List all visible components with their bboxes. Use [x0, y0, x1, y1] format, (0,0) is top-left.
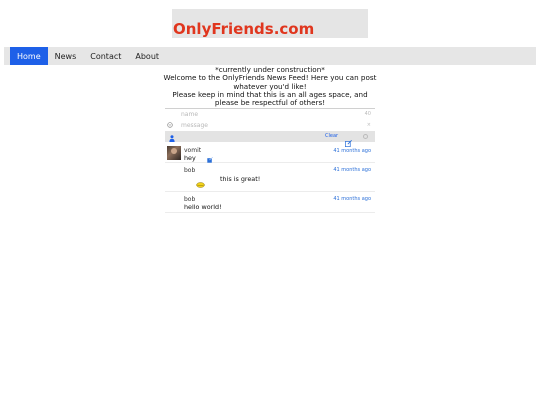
message-input[interactable]	[181, 122, 351, 129]
post-time: 41 months ago	[333, 167, 371, 173]
post-time: 41 months ago	[333, 196, 371, 202]
welcome-message: Welcome to the OnlyFriends News Feed! He…	[163, 73, 377, 91]
nav-item-news[interactable]: News	[48, 47, 84, 65]
post-item: bob 41 months ago this is great!	[165, 163, 375, 192]
site-banner: OnlyFriends.com	[172, 9, 368, 38]
post-time: 41 months ago	[333, 148, 371, 154]
name-row: 40	[165, 109, 375, 120]
name-char-counter: 40	[364, 111, 371, 117]
nav-item-about[interactable]: About	[128, 47, 166, 65]
smiley-emoji-icon	[196, 182, 205, 188]
post-message: this is great!	[220, 175, 261, 183]
post-toolbar: Clear	[165, 131, 375, 147]
post-message: hello world!	[184, 203, 222, 211]
name-input[interactable]	[181, 111, 351, 118]
post-author: bob	[184, 167, 196, 174]
message-clear-icon[interactable]: ×	[367, 122, 371, 128]
nav-bar: Home News Contact About	[4, 47, 536, 65]
post-item: vomit hey 41 months ago	[165, 142, 375, 163]
post-message: hey	[184, 154, 196, 162]
news-feed: 40 × Clear vomit hey 41 months ago bob 4…	[165, 108, 375, 213]
guidelines-message: Please keep in mind that this is an all …	[172, 89, 368, 108]
nav-item-contact[interactable]: Contact	[83, 47, 128, 65]
post-author: bob	[184, 196, 196, 203]
post-author: vomit	[184, 147, 202, 154]
avatar	[167, 146, 181, 160]
site-title: OnlyFriends.com	[173, 20, 315, 38]
nav-item-home[interactable]: Home	[10, 47, 48, 65]
post-item: bob 41 months ago hello world!	[165, 192, 375, 213]
intro-text: *currently under construction* Welcome t…	[160, 65, 380, 108]
message-row: ×	[165, 120, 375, 131]
clear-button[interactable]: Clear	[325, 133, 338, 139]
refresh-icon[interactable]	[363, 134, 368, 139]
